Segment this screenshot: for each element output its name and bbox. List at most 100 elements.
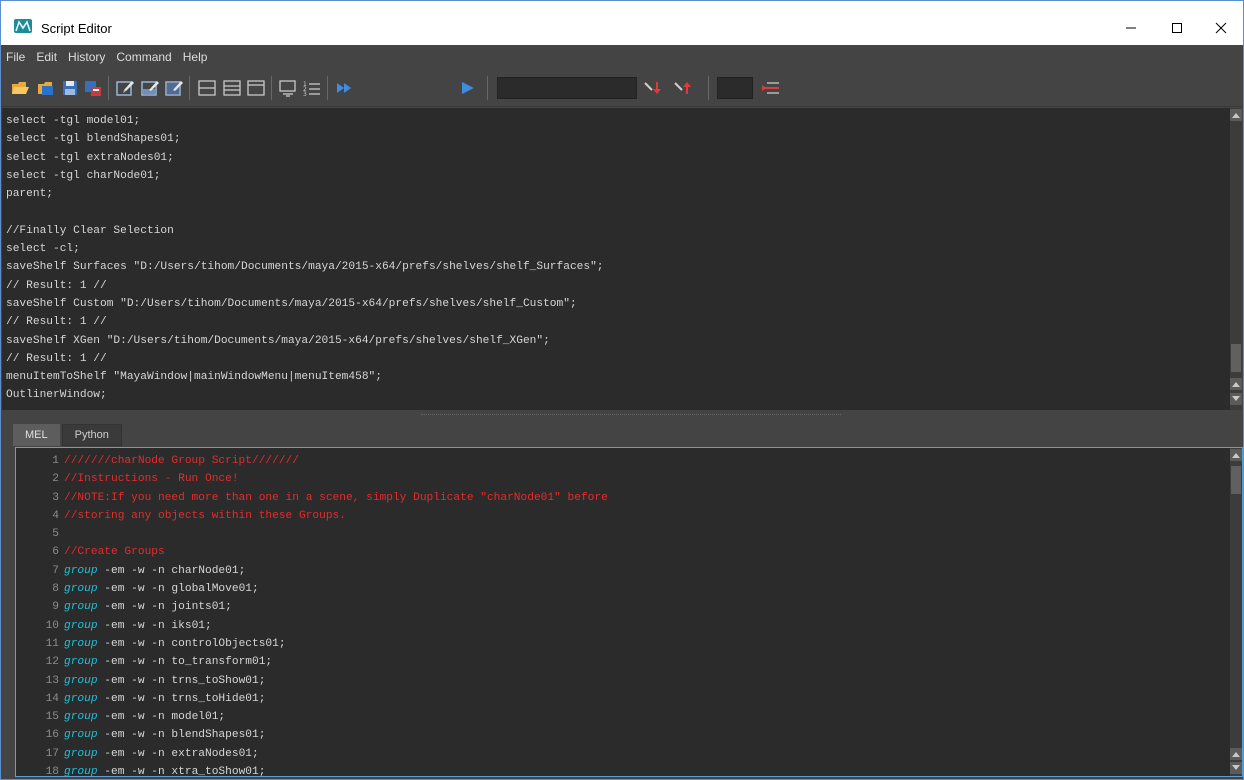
goto-line-field[interactable] — [717, 77, 753, 99]
code-line: 6 //Create Groups — [20, 543, 608, 561]
save-script-icon[interactable] — [60, 78, 80, 98]
menu-bar: File Edit History Command Help — [1, 45, 1243, 69]
history-line — [6, 203, 604, 221]
script-input-editor[interactable]: 1 ///////charNode Group Script/////// 2 //I… — [15, 447, 1243, 777]
open-script-icon[interactable] — [10, 78, 30, 98]
menu-command[interactable]: Command — [116, 50, 171, 64]
line-number: 9 — [52, 601, 59, 614]
maximize-icon — [1172, 23, 1182, 33]
history-line: select -tgl extraNodes01; — [6, 151, 174, 164]
code-comment: ///////charNode Group Script/////// — [64, 455, 299, 467]
code-text: -em -w -n blendShapes01; — [97, 729, 266, 742]
code-line: 4 //storing any objects within these Grou… — [20, 507, 608, 525]
menu-history[interactable]: History — [68, 50, 105, 64]
scroll-up-arrow[interactable] — [1230, 748, 1242, 760]
code-text: -em -w -n controlObjects01; — [97, 637, 286, 650]
line-number: 13 — [45, 674, 59, 687]
code-line: 7 group -em -w -n charNode01; — [20, 562, 608, 580]
toolbar-separator — [271, 76, 272, 100]
toolbar-separator — [108, 76, 109, 100]
execute-icon[interactable] — [458, 78, 478, 98]
history-scrollbar[interactable] — [1230, 108, 1242, 410]
line-number: 3 — [52, 491, 59, 504]
code-keyword: group — [64, 619, 98, 632]
menu-help[interactable]: Help — [183, 50, 208, 64]
code-text: -em -w -n trns_toHide01; — [97, 692, 266, 705]
scroll-up-arrow[interactable] — [1230, 449, 1242, 461]
toolbar-separator — [327, 76, 328, 100]
history-output: select -tgl model01; select -tgl blendSha… — [6, 112, 604, 405]
history-line: saveShelf Custom "D:/Users/tihom/Documen… — [6, 297, 577, 310]
scroll-up-arrow[interactable] — [1230, 109, 1242, 121]
minimize-button[interactable] — [1109, 11, 1153, 45]
history-line: saveShelf Surfaces "D:/Users/tihom/Docum… — [6, 261, 604, 274]
svg-text:3: 3 — [303, 91, 307, 98]
code-text: -em -w -n joints01; — [97, 601, 232, 614]
code-line: 11 group -em -w -n controlObjects01; — [20, 635, 608, 653]
toolbar: 123 — [1, 69, 1243, 107]
execute-all-icon[interactable] — [335, 78, 355, 98]
code-text: -em -w -n extraNodes01; — [97, 747, 259, 760]
history-line: parent; — [6, 188, 53, 201]
line-number: 10 — [45, 619, 59, 632]
code-text: -em -w -n model01; — [97, 711, 226, 724]
menu-file[interactable]: File — [6, 50, 25, 64]
arrow-up-icon — [1232, 113, 1240, 118]
panel-splitter[interactable] — [1, 410, 1243, 420]
show-history-icon[interactable] — [197, 78, 217, 98]
editor-scroll-thumb[interactable] — [1231, 466, 1241, 494]
line-number: 5 — [52, 528, 59, 541]
code-keyword: group — [64, 564, 98, 577]
echo-commands-icon[interactable] — [278, 78, 298, 98]
history-line: // Result: 1 // — [6, 316, 107, 329]
code-line: 8 group -em -w -n globalMove01; — [20, 580, 608, 598]
code-comment: //storing any objects within these Group… — [64, 509, 346, 522]
code-line: 15 group -em -w -n model01; — [20, 708, 608, 726]
toolbar-separator — [189, 76, 190, 100]
line-number: 12 — [45, 656, 59, 669]
code-keyword: group — [64, 747, 98, 760]
scroll-down-arrow[interactable] — [1230, 393, 1242, 405]
tab-python[interactable]: Python — [61, 424, 122, 446]
search-up-icon[interactable] — [673, 78, 693, 98]
maximize-button[interactable] — [1155, 11, 1199, 45]
history-scroll-thumb[interactable] — [1231, 344, 1241, 372]
script-input-code: 1 ///////charNode Group Script/////// 2 //I… — [20, 452, 608, 776]
code-line: 10 group -em -w -n iks01; — [20, 617, 608, 635]
show-input-icon[interactable] — [222, 78, 242, 98]
goto-line-icon[interactable] — [761, 78, 781, 98]
code-text: -em -w -n trns_toShow01; — [97, 674, 266, 687]
line-number: 4 — [52, 509, 59, 522]
source-script-icon[interactable] — [36, 78, 56, 98]
show-both-icon[interactable] — [246, 78, 266, 98]
tab-mel[interactable]: MEL — [13, 424, 60, 446]
search-down-icon[interactable] — [643, 78, 663, 98]
code-comment: //NOTE:If you need more than one in a sc… — [64, 491, 608, 504]
line-numbers-icon[interactable]: 123 — [302, 78, 322, 98]
editor-scrollbar[interactable] — [1230, 448, 1242, 776]
line-number: 6 — [52, 546, 59, 559]
code-line: 9 group -em -w -n joints01; — [20, 598, 608, 616]
menu-edit[interactable]: Edit — [36, 50, 57, 64]
code-line: 3 //NOTE:If you need more than one in a s… — [20, 489, 608, 507]
save-to-shelf-icon[interactable] — [83, 78, 103, 98]
clear-history-icon[interactable] — [115, 78, 135, 98]
line-number: 17 — [45, 747, 59, 760]
code-keyword: group — [64, 692, 98, 705]
scroll-down-arrow[interactable] — [1230, 762, 1242, 774]
code-text: -em -w -n charNode01; — [97, 564, 246, 577]
script-history-panel[interactable]: select -tgl model01; select -tgl blendSha… — [2, 108, 1242, 410]
close-button[interactable] — [1199, 11, 1243, 45]
code-text: -em -w -n to_transform01; — [97, 656, 273, 669]
clear-input-icon[interactable] — [140, 78, 160, 98]
search-field[interactable] — [497, 77, 637, 99]
code-keyword: group — [64, 729, 98, 742]
code-keyword: group — [64, 601, 98, 614]
line-number: 15 — [45, 711, 59, 724]
code-line: 14 group -em -w -n trns_toHide01; — [20, 690, 608, 708]
title-bar[interactable]: Script Editor — [1, 1, 1243, 45]
history-line: select -tgl blendShapes01; — [6, 133, 181, 146]
scroll-up-arrow[interactable] — [1230, 378, 1242, 390]
code-line: 1 ///////charNode Group Script/////// — [20, 452, 608, 470]
clear-all-icon[interactable] — [164, 78, 184, 98]
